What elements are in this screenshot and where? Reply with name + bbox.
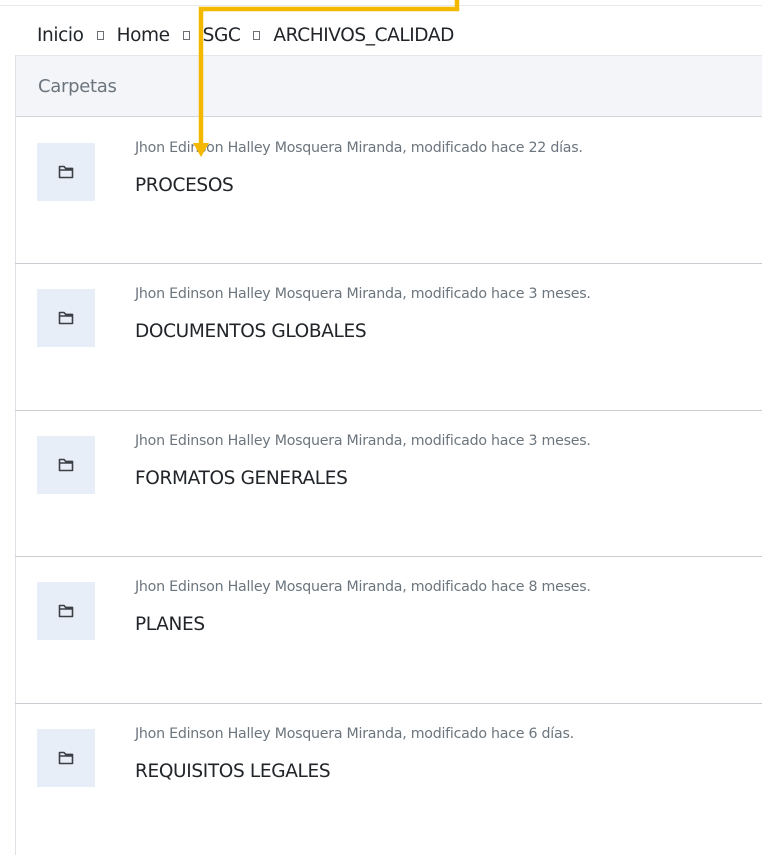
- folder-modified-info: Jhon Edinson Halley Mosquera Miranda, mo…: [135, 433, 591, 449]
- folder-name[interactable]: FORMATOS GENERALES: [135, 468, 348, 489]
- folder-icon: [37, 289, 95, 347]
- folders-panel-header: Carpetas: [16, 55, 762, 117]
- folder-name[interactable]: DOCUMENTOS GLOBALES: [135, 321, 367, 342]
- folder-icon: [37, 729, 95, 787]
- folder-icon: [37, 143, 95, 201]
- folder-icon: [37, 582, 95, 640]
- folder-modified-info: Jhon Edinson Halley Mosquera Miranda, mo…: [135, 579, 591, 595]
- folder-row-documentos-globales[interactable]: Jhon Edinson Halley Mosquera Miranda, mo…: [15, 263, 762, 409]
- folder-row-formatos-generales[interactable]: Jhon Edinson Halley Mosquera Miranda, mo…: [15, 410, 762, 556]
- breadcrumb: Inicio Home SGC ARCHIVOS_CALIDAD: [37, 22, 454, 48]
- folder-row-requisitos-legales[interactable]: Jhon Edinson Halley Mosquera Miranda, mo…: [15, 703, 762, 849]
- breadcrumb-inicio[interactable]: Inicio: [37, 25, 84, 46]
- folder-modified-info: Jhon Edinson Halley Mosquera Miranda, mo…: [135, 726, 574, 742]
- chevron-separator-icon: [253, 30, 261, 40]
- breadcrumb-archivos-calidad[interactable]: ARCHIVOS_CALIDAD: [273, 25, 454, 46]
- breadcrumb-sgc[interactable]: SGC: [203, 25, 241, 46]
- folder-row-procesos[interactable]: Jhon Edinson Halley Mosquera Miranda, mo…: [15, 118, 762, 264]
- breadcrumb-home[interactable]: Home: [117, 25, 170, 46]
- folder-modified-info: Jhon Edinson Halley Mosquera Miranda, mo…: [135, 140, 583, 156]
- folder-name[interactable]: REQUISITOS LEGALES: [135, 761, 331, 782]
- chevron-separator-icon: [182, 30, 190, 40]
- top-divider: [0, 5, 762, 6]
- folder-modified-info: Jhon Edinson Halley Mosquera Miranda, mo…: [135, 286, 591, 302]
- folder-row-planes[interactable]: Jhon Edinson Halley Mosquera Miranda, mo…: [15, 556, 762, 702]
- folder-icon: [37, 436, 95, 494]
- folder-name[interactable]: PROCESOS: [135, 175, 234, 196]
- chevron-separator-icon: [96, 30, 104, 40]
- folder-name[interactable]: PLANES: [135, 614, 205, 635]
